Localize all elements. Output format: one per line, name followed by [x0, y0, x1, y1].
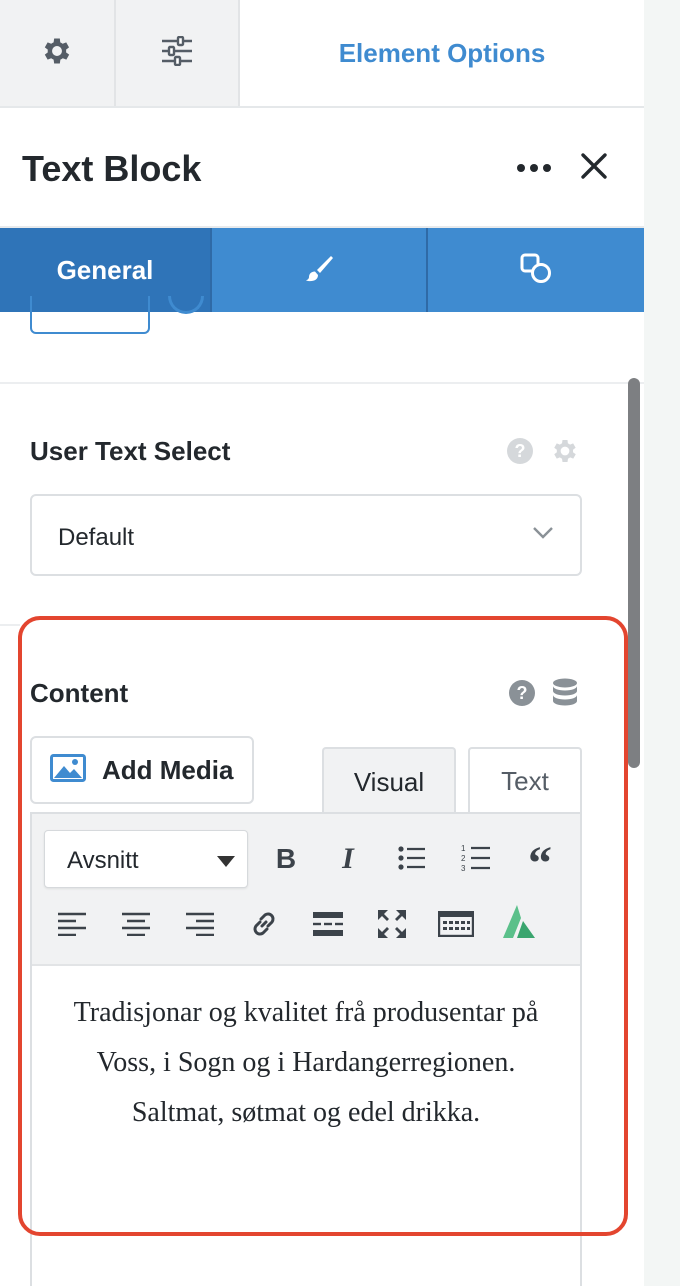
more-options-icon[interactable] — [516, 160, 552, 178]
user-text-select-icons: ? — [506, 436, 580, 471]
section-divider-left — [0, 624, 20, 626]
tab-design[interactable] — [210, 228, 426, 312]
tab-element-options[interactable]: Element Options — [240, 0, 644, 106]
chevron-down-icon — [532, 526, 554, 545]
help-icon[interactable]: ? — [506, 437, 534, 470]
close-icon[interactable] — [580, 152, 608, 185]
svg-text:?: ? — [515, 441, 526, 461]
user-text-select-value: Default — [58, 524, 135, 551]
panel-header: Text Block — [0, 108, 644, 228]
paintbrush-icon — [304, 253, 334, 288]
panel-scrollbar[interactable] — [628, 378, 640, 768]
tab-element-options-label: Element Options — [338, 37, 546, 68]
content-highlight-outline — [18, 616, 628, 1236]
tab-settings-gear[interactable] — [0, 0, 116, 106]
gear-icon — [40, 34, 74, 73]
shapes-icon — [519, 252, 553, 289]
sliders-icon — [160, 35, 194, 71]
scrolled-control-remnant — [30, 296, 150, 334]
tab-sliders[interactable] — [116, 0, 240, 106]
user-text-select-label: User Text Select — [30, 436, 231, 466]
top-tab-bar: Element Options — [0, 0, 644, 108]
canvas-edge — [644, 0, 680, 1286]
tab-general-label: General — [56, 254, 154, 285]
responsive-gear-icon[interactable] — [550, 436, 580, 471]
section-divider — [0, 382, 644, 384]
element-options-panel: Element Options Text Block General User … — [0, 0, 644, 1286]
page-title: Text Block — [22, 148, 202, 189]
tab-extras[interactable] — [426, 228, 644, 312]
user-text-select-dropdown[interactable]: Default — [30, 494, 582, 576]
